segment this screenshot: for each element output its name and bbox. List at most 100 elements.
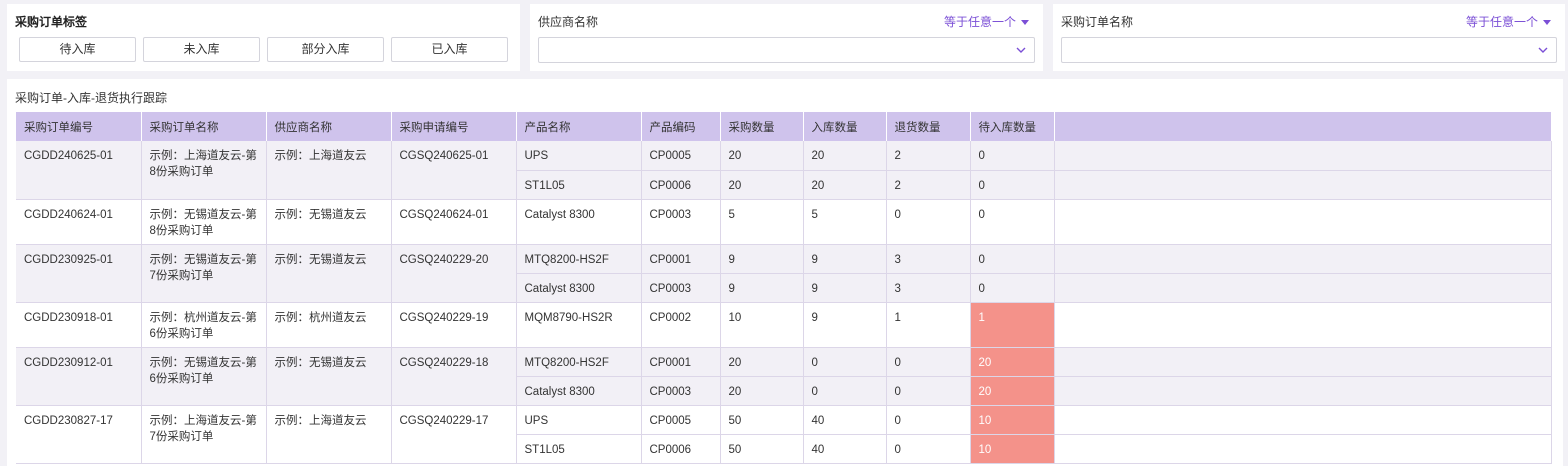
cell-order-name: 示例：无锡道友云-第7份采购订单 <box>141 244 267 303</box>
cell-product-code: CP0006 <box>641 170 721 200</box>
chevron-down-icon <box>1016 47 1026 53</box>
cell-product-code: CP0003 <box>641 273 721 303</box>
cell-filler <box>1054 347 1552 377</box>
cell-order-no: CGDD230918-01 <box>16 302 142 348</box>
table-row[interactable]: CGDD240624-01 示例：无锡道友云-第8份采购订单 示例：无锡道友云 CGS… <box>16 199 1552 245</box>
cell-pending-qty: 0 <box>970 141 1055 171</box>
cell-product-code: CP0001 <box>641 244 721 274</box>
cell-product-code: CP0005 <box>641 141 721 171</box>
cell-purchase-qty: 20 <box>720 376 804 406</box>
cell-inbound-qty: 9 <box>803 273 887 303</box>
tag-button-partial-inbound[interactable]: 部分入库 <box>267 37 384 62</box>
caret-down-icon <box>1543 20 1551 25</box>
supplier-filter-panel: 供应商名称 等于任意一个 <box>530 4 1043 71</box>
cell-request-no: CGSQ240229-20 <box>391 244 517 303</box>
order-name-filter-operator[interactable]: 等于任意一个 <box>1466 13 1551 30</box>
col-header-order-no[interactable]: 采购订单编号 <box>16 112 142 141</box>
table-row[interactable]: CGDD240625-01 示例：上海道友云-第8份采购订单 示例：上海道友云 CGS… <box>16 141 1552 200</box>
cell-purchase-qty: 20 <box>720 347 804 377</box>
cell-product-name: UPS <box>516 405 642 435</box>
cell-pending-qty: 0 <box>970 244 1055 274</box>
cell-supplier: 示例：上海道友云 <box>266 405 392 464</box>
cell-inbound-qty: 40 <box>803 405 887 435</box>
cell-filler <box>1054 302 1552 348</box>
col-header-purchase-qty[interactable]: 采购数量 <box>720 112 804 141</box>
cell-return-qty: 3 <box>886 273 971 303</box>
cell-inbound-qty: 5 <box>803 199 887 245</box>
chevron-down-icon <box>1538 47 1548 53</box>
cell-pending-qty: 20 <box>970 347 1055 377</box>
cell-order-no: CGDD230912-01 <box>16 347 142 406</box>
cell-purchase-qty: 5 <box>720 199 804 245</box>
col-header-inbound-qty[interactable]: 入库数量 <box>803 112 887 141</box>
cell-supplier: 示例：无锡道友云 <box>266 199 392 245</box>
cell-return-qty: 2 <box>886 170 971 200</box>
cell-supplier: 示例：上海道友云 <box>266 141 392 200</box>
cell-purchase-qty: 10 <box>720 302 804 348</box>
cell-filler <box>1054 376 1552 406</box>
order-tags-title: 采购订单标签 <box>15 15 88 29</box>
col-header-request-no[interactable]: 采购申请编号 <box>391 112 517 141</box>
col-header-product-name[interactable]: 产品名称 <box>516 112 642 141</box>
table-row[interactable]: CGDD230827-17 示例：上海道友云-第7份采购订单 示例：上海道友云 CGS… <box>16 405 1552 464</box>
order-name-filter-label: 采购订单名称 <box>1061 15 1134 29</box>
cell-pending-qty: 10 <box>970 405 1055 435</box>
cell-product-code: CP0005 <box>641 405 721 435</box>
cell-product-code: CP0003 <box>641 376 721 406</box>
cell-filler <box>1054 244 1552 274</box>
cell-product-name: UPS <box>516 141 642 171</box>
cell-pending-qty: 1 <box>970 302 1055 348</box>
cell-order-no: CGDD240625-01 <box>16 141 142 200</box>
cell-supplier: 示例：无锡道友云 <box>266 347 392 406</box>
cell-return-qty: 2 <box>886 141 971 171</box>
cell-supplier: 示例：无锡道友云 <box>266 244 392 303</box>
cell-return-qty: 0 <box>886 199 971 245</box>
col-header-return-qty[interactable]: 退货数量 <box>886 112 971 141</box>
cell-request-no: CGSQ240229-17 <box>391 405 517 464</box>
cell-purchase-qty: 20 <box>720 170 804 200</box>
table-row[interactable]: CGDD230925-01 示例：无锡道友云-第7份采购订单 示例：无锡道友云 CGS… <box>16 244 1552 303</box>
cell-return-qty: 3 <box>886 244 971 274</box>
cell-product-name: Catalyst 8300 <box>516 376 642 406</box>
table-row[interactable]: CGDD230912-01 示例：无锡道友云-第6份采购订单 示例：无锡道友云 CGS… <box>16 347 1552 406</box>
cell-product-name: MTQ8200-HS2F <box>516 244 642 274</box>
cell-inbound-qty: 9 <box>803 244 887 274</box>
cell-inbound-qty: 20 <box>803 141 887 171</box>
table-row[interactable]: CGDD230918-01 示例：杭州道友云-第6份采购订单 示例：杭州道友云 CGS… <box>16 302 1552 348</box>
order-name-filter-select[interactable] <box>1061 37 1557 63</box>
tag-button-not-inbound[interactable]: 未入库 <box>143 37 260 62</box>
order-tags-panel: 采购订单标签 待入库 未入库 部分入库 已入库 <box>7 4 520 71</box>
cell-request-no: CGSQ240624-01 <box>391 199 517 245</box>
cell-product-code: CP0002 <box>641 302 721 348</box>
supplier-filter-select[interactable] <box>538 37 1035 63</box>
cell-product-name: MQM8790-HS2R <box>516 302 642 348</box>
cell-product-name: Catalyst 8300 <box>516 199 642 245</box>
cell-filler <box>1054 141 1552 171</box>
tag-button-inbound[interactable]: 已入库 <box>391 37 508 62</box>
cell-pending-qty: 0 <box>970 170 1055 200</box>
col-header-order-name[interactable]: 采购订单名称 <box>141 112 267 141</box>
cell-inbound-qty: 9 <box>803 302 887 348</box>
tag-button-pending-inbound[interactable]: 待入库 <box>19 37 136 62</box>
cell-purchase-qty: 9 <box>720 244 804 274</box>
cell-pending-qty: 0 <box>970 273 1055 303</box>
cell-return-qty: 0 <box>886 405 971 435</box>
supplier-filter-operator[interactable]: 等于任意一个 <box>944 13 1029 30</box>
cell-filler <box>1054 434 1552 464</box>
cell-order-name: 示例：上海道友云-第8份采购订单 <box>141 141 267 200</box>
cell-pending-qty: 10 <box>970 434 1055 464</box>
col-header-product-code[interactable]: 产品编码 <box>641 112 721 141</box>
caret-down-icon <box>1021 20 1029 25</box>
col-header-supplier[interactable]: 供应商名称 <box>266 112 392 141</box>
cell-order-no: CGDD240624-01 <box>16 199 142 245</box>
cell-request-no: CGSQ240229-18 <box>391 347 517 406</box>
order-name-filter-panel: 采购订单名称 等于任意一个 <box>1053 4 1565 71</box>
cell-order-name: 示例：无锡道友云-第6份采购订单 <box>141 347 267 406</box>
cell-request-no: CGSQ240229-19 <box>391 302 517 348</box>
col-header-pending-qty[interactable]: 待入库数量 <box>970 112 1055 141</box>
cell-filler <box>1054 199 1552 245</box>
cell-purchase-qty: 50 <box>720 434 804 464</box>
cell-purchase-qty: 50 <box>720 405 804 435</box>
cell-inbound-qty: 40 <box>803 434 887 464</box>
tracking-table-panel: 采购订单-入库-退货执行跟踪 采购订单编号 采购订单名称 供应商名称 采购申请编… <box>7 79 1563 466</box>
